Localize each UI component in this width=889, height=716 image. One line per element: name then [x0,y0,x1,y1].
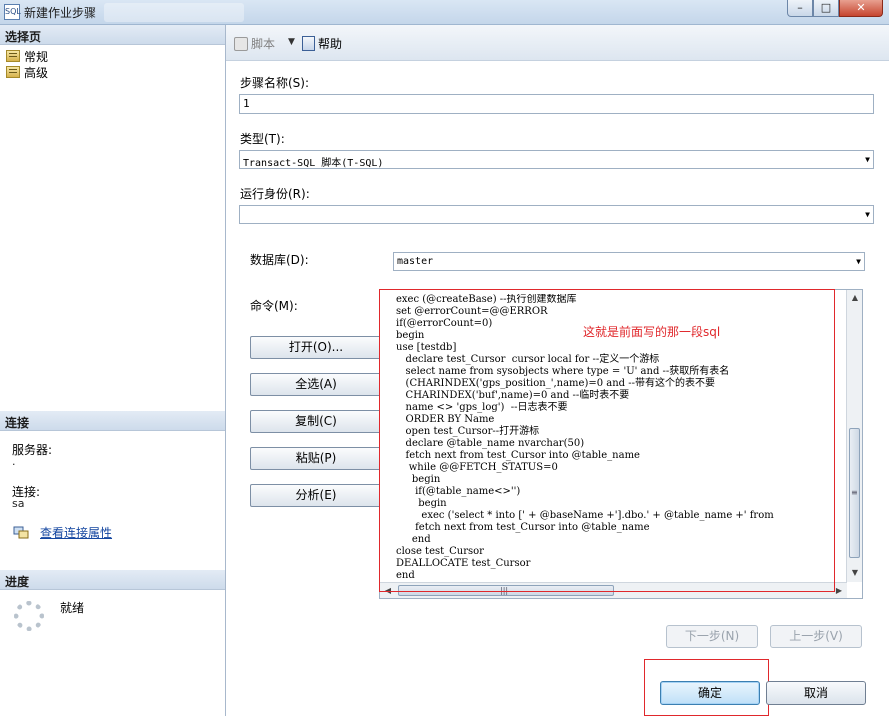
chevron-down-icon: ▼ [856,257,861,266]
code-line: fetch next from test_Cursor into @table_… [396,522,650,533]
page-item-label: 高级 [24,65,49,80]
code-line: begin [396,498,447,509]
scroll-left-icon[interactable]: ◀ [380,586,396,595]
paste-button[interactable]: 粘贴(P) [250,447,382,470]
code-line: while @@FETCH_STATUS=0 [396,462,558,473]
script-dropdown-icon[interactable]: ▼ [288,37,295,47]
page-icon [6,50,20,62]
help-icon [302,36,315,51]
database-label: 数据库(D): [250,253,309,267]
window-title: 新建作业步骤 [24,6,97,20]
code-line: fetch next from test_Cursor into @table_… [396,450,640,461]
scroll-down-icon[interactable]: ▼ [847,568,863,577]
background-tab [104,3,244,22]
code-line: declare test_Cursor cursor local for --定… [396,354,660,365]
ok-button[interactable]: 确定 [660,681,760,705]
page-item-advanced[interactable]: 高级 [6,64,48,80]
close-button[interactable]: ✕ [839,0,883,17]
step-name-input[interactable]: 1 [239,94,874,114]
app-icon: SQL [4,4,21,20]
copy-button[interactable]: 复制(C) [250,410,382,433]
help-label: 帮助 [318,37,343,51]
right-pane: 脚本 ▼ 帮助 步骤名称(S): 1 类型(T): Transact-SQL 脚… [226,25,889,716]
code-line: close test_Cursor [396,546,484,557]
run-as-label: 运行身份(R): [240,187,310,201]
vertical-scrollbar[interactable]: ▲ ≡ ▼ [846,290,862,582]
code-line: end [396,570,415,580]
toolbar: 脚本 ▼ 帮助 [226,25,889,61]
previous-step-button[interactable]: 上一步(V) [770,625,862,648]
chevron-down-icon: ▼ [865,210,870,219]
code-line: use [testdb] [396,342,457,353]
code-line: DEALLOCATE test_Cursor [396,558,531,569]
type-select-value: Transact-SQL 脚本(T-SQL) [243,158,384,169]
page-item-general[interactable]: 常规 [6,48,48,64]
scroll-up-icon[interactable]: ▲ [847,293,863,302]
select-page-header: 选择页 [0,25,225,45]
help-button[interactable]: 帮助 [302,35,342,52]
maximize-button[interactable]: □ [813,0,839,17]
view-connection-properties-link[interactable]: 查看连接属性 [40,524,112,541]
select-all-button[interactable]: 全选(A) [250,373,382,396]
code-line: name <> 'gps_log') --日志表不要 [396,402,568,413]
code-line: if(@table_name<>'') [396,486,521,497]
code-line: set @errorCount=@@ERROR [396,306,548,317]
grip-icon: ||| [500,586,509,595]
code-line: end [396,534,431,545]
database-select-value: master [397,256,434,267]
page-icon [6,66,20,78]
script-button[interactable]: 脚本 [234,35,275,52]
database-select[interactable]: master ▼ [393,252,865,271]
next-step-button[interactable]: 下一步(N) [666,625,758,648]
script-label: 脚本 [251,37,276,51]
server-label: 服务器: [12,443,53,457]
connection-properties-icon [13,526,29,539]
progress-status: 就绪 [60,601,85,615]
code-line: open test_Cursor--打开游标 [396,426,540,437]
type-label: 类型(T): [240,132,285,146]
code-line: (CHARINDEX('gps_position_',name)=0 and -… [396,378,716,389]
code-line: begin [396,474,441,485]
step-name-label: 步骤名称(S): [240,76,310,90]
connection-header: 连接 [0,411,225,431]
progress-spinner-icon [14,601,44,631]
chevron-down-icon: ▼ [865,155,870,164]
code-line: ORDER BY Name [396,414,495,425]
script-icon [234,36,248,51]
page-item-label: 常规 [24,49,49,64]
progress-header: 进度 [0,570,225,590]
parse-button[interactable]: 分析(E) [250,484,382,507]
title-bar: SQL 新建作业步骤 – □ ✕ [0,0,889,25]
grip-icon: ≡ [851,488,858,497]
code-line: CHARINDEX('buf',name)=0 and --临时表不要 [396,390,630,401]
code-line: exec (@createBase) --执行创建数据库 [396,294,577,305]
horizontal-scrollbar[interactable]: ◀ ||| ▶ [380,582,847,598]
annotation-note: 这就是前面写的那一段sql [583,325,721,339]
left-pane: 选择页 常规 高级 连接 服务器: . 连接: sa 查看连接属性 进度 就绪 [0,25,226,716]
connection-value: sa [12,497,25,510]
cancel-button[interactable]: 取消 [766,681,866,705]
code-line: exec ('select * into [' + @baseName +'].… [396,510,774,521]
code-line: select name from sysobjects where type =… [396,366,730,377]
server-value: . [12,455,16,468]
code-line: declare @table_name nvarchar(50) [396,438,585,449]
scroll-right-icon[interactable]: ▶ [831,586,847,595]
type-select[interactable]: Transact-SQL 脚本(T-SQL) ▼ [239,150,874,169]
run-as-select[interactable]: ▼ [239,205,874,224]
minimize-button[interactable]: – [787,0,813,17]
command-label: 命令(M): [250,299,298,313]
open-button[interactable]: 打开(O)... [250,336,382,359]
